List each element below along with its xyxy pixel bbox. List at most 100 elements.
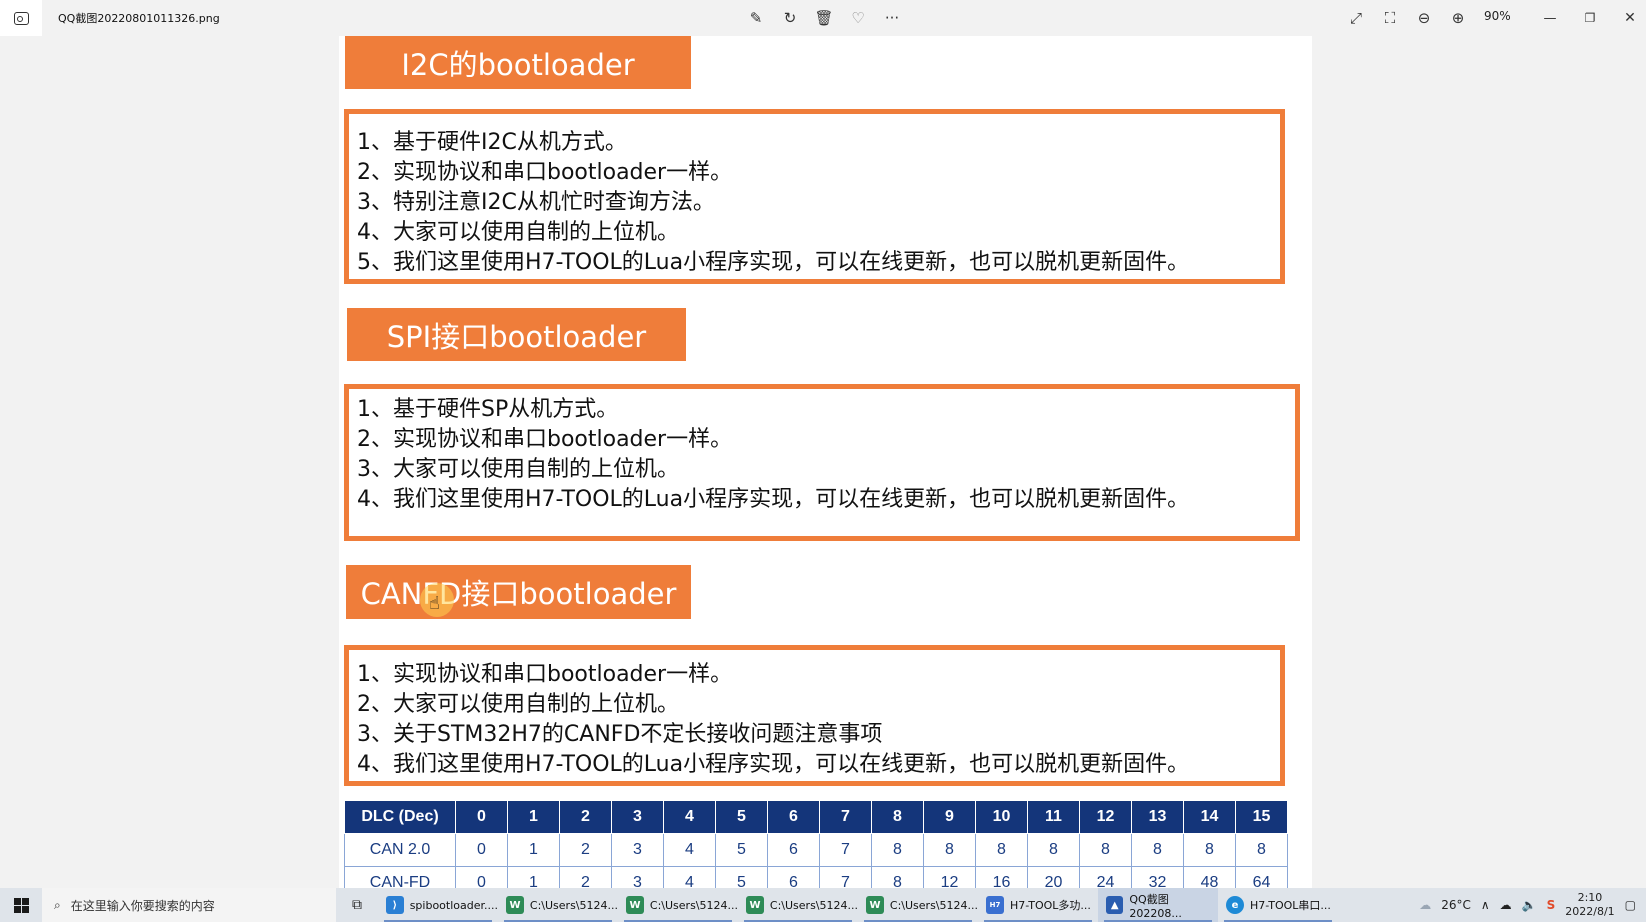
winedt-icon: W xyxy=(626,896,644,914)
app-tray-icon[interactable]: S xyxy=(1547,898,1556,912)
table-cell: 64 xyxy=(1235,866,1288,888)
table-cell: 15 xyxy=(1235,800,1288,834)
photos-icon: ▲ xyxy=(1106,896,1124,914)
slide-image: I2C的bootloader 1、基于硬件I2C从机方式。 2、实现协议和串口b… xyxy=(339,36,1312,888)
windows-logo-icon xyxy=(13,897,29,913)
notification-icon[interactable]: ▢ xyxy=(1625,898,1636,912)
temperature[interactable]: 26°C xyxy=(1441,898,1471,912)
table-cell: 5 xyxy=(715,866,768,888)
delete-icon[interactable]: 🗑 xyxy=(812,6,836,30)
rotate-icon[interactable]: ↻ xyxy=(778,6,802,30)
taskbar-item-h7tool[interactable]: H7 H7-TOOL多功... xyxy=(978,888,1098,922)
restore-icon[interactable]: ❐ xyxy=(1578,6,1602,30)
window-title: QQ截图20220801011326.png xyxy=(58,12,220,25)
clock-time: 2:10 xyxy=(1577,891,1603,904)
table-cell: 14 xyxy=(1183,800,1236,834)
volume-icon[interactable]: 🔈 xyxy=(1522,898,1537,912)
search-placeholder: 在这里输入你要搜索的内容 xyxy=(70,898,215,913)
taskbar-item-editor-2[interactable]: W C:\Users\5124... xyxy=(618,888,738,922)
taskbar-item-editor-4[interactable]: W C:\Users\5124... xyxy=(858,888,978,922)
table-cell: 2 xyxy=(559,800,612,834)
table-cell: 8 xyxy=(1131,833,1184,867)
table-row: CAN 2.0 0 1 2 3 4 5 6 7 8 8 8 8 8 8 8 8 xyxy=(344,833,1288,867)
table-cell: 3 xyxy=(611,866,664,888)
table-cell: 11 xyxy=(1027,800,1080,834)
list-item: 4、我们这里使用H7-TOOL的Lua小程序实现，可以在线更新，也可以脱机更新固… xyxy=(357,487,1190,512)
taskbar-item-label: H7-TOOL多功... xyxy=(1010,899,1091,912)
taskbar-item-label: C:\Users\5124... xyxy=(889,898,978,912)
table-cell: 8 xyxy=(871,800,924,834)
table-cell: 4 xyxy=(663,800,716,834)
table-cell: 24 xyxy=(1079,866,1132,888)
hand-cursor-icon: ☝ xyxy=(429,593,440,614)
edge-icon: e xyxy=(1226,896,1244,914)
image-canvas[interactable]: I2C的bootloader 1、基于硬件I2C从机方式。 2、实现协议和串口b… xyxy=(0,36,1646,888)
table-cell: 6 xyxy=(767,866,820,888)
taskbar-search[interactable]: ⌕ 在这里输入你要搜索的内容 xyxy=(42,888,336,922)
list-item: 2、实现协议和串口bootloader一样。 xyxy=(357,160,733,185)
table-cell: 8 xyxy=(1027,833,1080,867)
crop-icon[interactable]: ⛶ xyxy=(1378,6,1402,30)
taskbar-item-label: C:\Users\5124... xyxy=(769,898,858,912)
table-cell: 2 xyxy=(559,866,612,888)
table-header-row: DLC (Dec) 0 1 2 3 4 5 6 7 8 9 10 11 12 1… xyxy=(344,800,1288,834)
table-cell: 16 xyxy=(975,866,1028,888)
table-cell: 7 xyxy=(819,833,872,867)
close-icon[interactable]: ✕ xyxy=(1618,6,1642,30)
section-heading-canfd: CANFD接口bootloader xyxy=(346,565,691,619)
table-cell: 10 xyxy=(975,800,1028,834)
table-cell: 5 xyxy=(715,833,768,867)
clock[interactable]: 2:10 2022/8/1 xyxy=(1565,891,1614,919)
chevron-up-icon[interactable]: ∧ xyxy=(1481,898,1490,912)
table-cell: 7 xyxy=(819,866,872,888)
table-cell: 7 xyxy=(819,800,872,834)
table-cell: 8 xyxy=(1079,833,1132,867)
section-box-canfd: 1、实现协议和串口bootloader一样。 2、大家可以使用自制的上位机。 3… xyxy=(344,645,1285,786)
table-cell: 1 xyxy=(507,800,560,834)
system-tray: ☁ 26°C ∧ ☁ 🔈 S 2:10 2022/8/1 ▢ xyxy=(1419,888,1646,922)
table-cell: 1 xyxy=(507,866,560,888)
section-box-spi: 1、基于硬件SP从机方式。 2、实现协议和串口bootloader一样。 3、大… xyxy=(344,384,1300,541)
taskbar-item-label: C:\Users\5124... xyxy=(649,898,738,912)
list-item: 1、实现协议和串口bootloader一样。 xyxy=(357,662,733,687)
photos-app-icon[interactable] xyxy=(0,0,42,36)
taskbar-item-vscode[interactable]: ⟩ spibootloader.... xyxy=(378,888,498,922)
section-heading-i2c: I2C的bootloader xyxy=(345,36,691,89)
favorite-icon[interactable]: ♡ xyxy=(846,6,870,30)
edit-icon[interactable]: ✎ xyxy=(744,6,768,30)
taskbar: ⌕ 在这里输入你要搜索的内容 ⧉ ⟩ spibootloader.... W C… xyxy=(0,888,1646,922)
zoom-out-icon[interactable]: ⊖ xyxy=(1412,6,1436,30)
table-cell: DLC (Dec) xyxy=(344,800,456,834)
table-cell: 48 xyxy=(1183,866,1236,888)
taskbar-item-editor-3[interactable]: W C:\Users\5124... xyxy=(738,888,858,922)
table-cell: 0 xyxy=(455,800,508,834)
taskbar-item-label: spibootloader.... xyxy=(409,898,498,912)
more-icon[interactable]: ··· xyxy=(880,6,904,30)
table-cell: 8 xyxy=(871,833,924,867)
taskbar-item-editor-1[interactable]: W C:\Users\5124... xyxy=(498,888,618,922)
list-item: 1、基于硬件SP从机方式。 xyxy=(357,397,619,422)
section-heading-spi: SPI接口bootloader xyxy=(347,308,686,361)
start-button[interactable] xyxy=(0,888,42,922)
table-cell: 8 xyxy=(923,833,976,867)
task-view-icon[interactable]: ⧉ xyxy=(336,888,378,922)
weather-icon[interactable]: ☁ xyxy=(1419,898,1431,912)
expand-icon[interactable]: ⤢ xyxy=(1344,6,1368,30)
table-cell: 4 xyxy=(663,833,716,867)
zoom-in-icon[interactable]: ⊕ xyxy=(1446,6,1470,30)
taskbar-item-label: C:\Users\5124... xyxy=(529,898,618,912)
list-item: 3、大家可以使用自制的上位机。 xyxy=(357,457,679,482)
list-item: 4、大家可以使用自制的上位机。 xyxy=(357,220,679,245)
taskbar-item-photos[interactable]: ▲ QQ截图202208... xyxy=(1098,888,1218,922)
list-item: 3、特别注意I2C从机忙时查询方法。 xyxy=(357,190,715,215)
table-cell: 6 xyxy=(767,800,820,834)
onedrive-icon[interactable]: ☁ xyxy=(1500,898,1512,912)
minimize-icon[interactable]: — xyxy=(1538,6,1562,30)
table-cell: 5 xyxy=(715,800,768,834)
dlc-table: DLC (Dec) 0 1 2 3 4 5 6 7 8 9 10 11 12 1… xyxy=(344,800,1288,888)
zoom-level[interactable]: 90% xyxy=(1484,9,1511,23)
table-cell: 0 xyxy=(455,866,508,888)
table-cell: 12 xyxy=(1079,800,1132,834)
taskbar-item-edge[interactable]: e H7-TOOL串口... xyxy=(1218,888,1338,922)
list-item: 5、我们这里使用H7-TOOL的Lua小程序实现，可以在线更新，也可以脱机更新固… xyxy=(357,250,1190,275)
